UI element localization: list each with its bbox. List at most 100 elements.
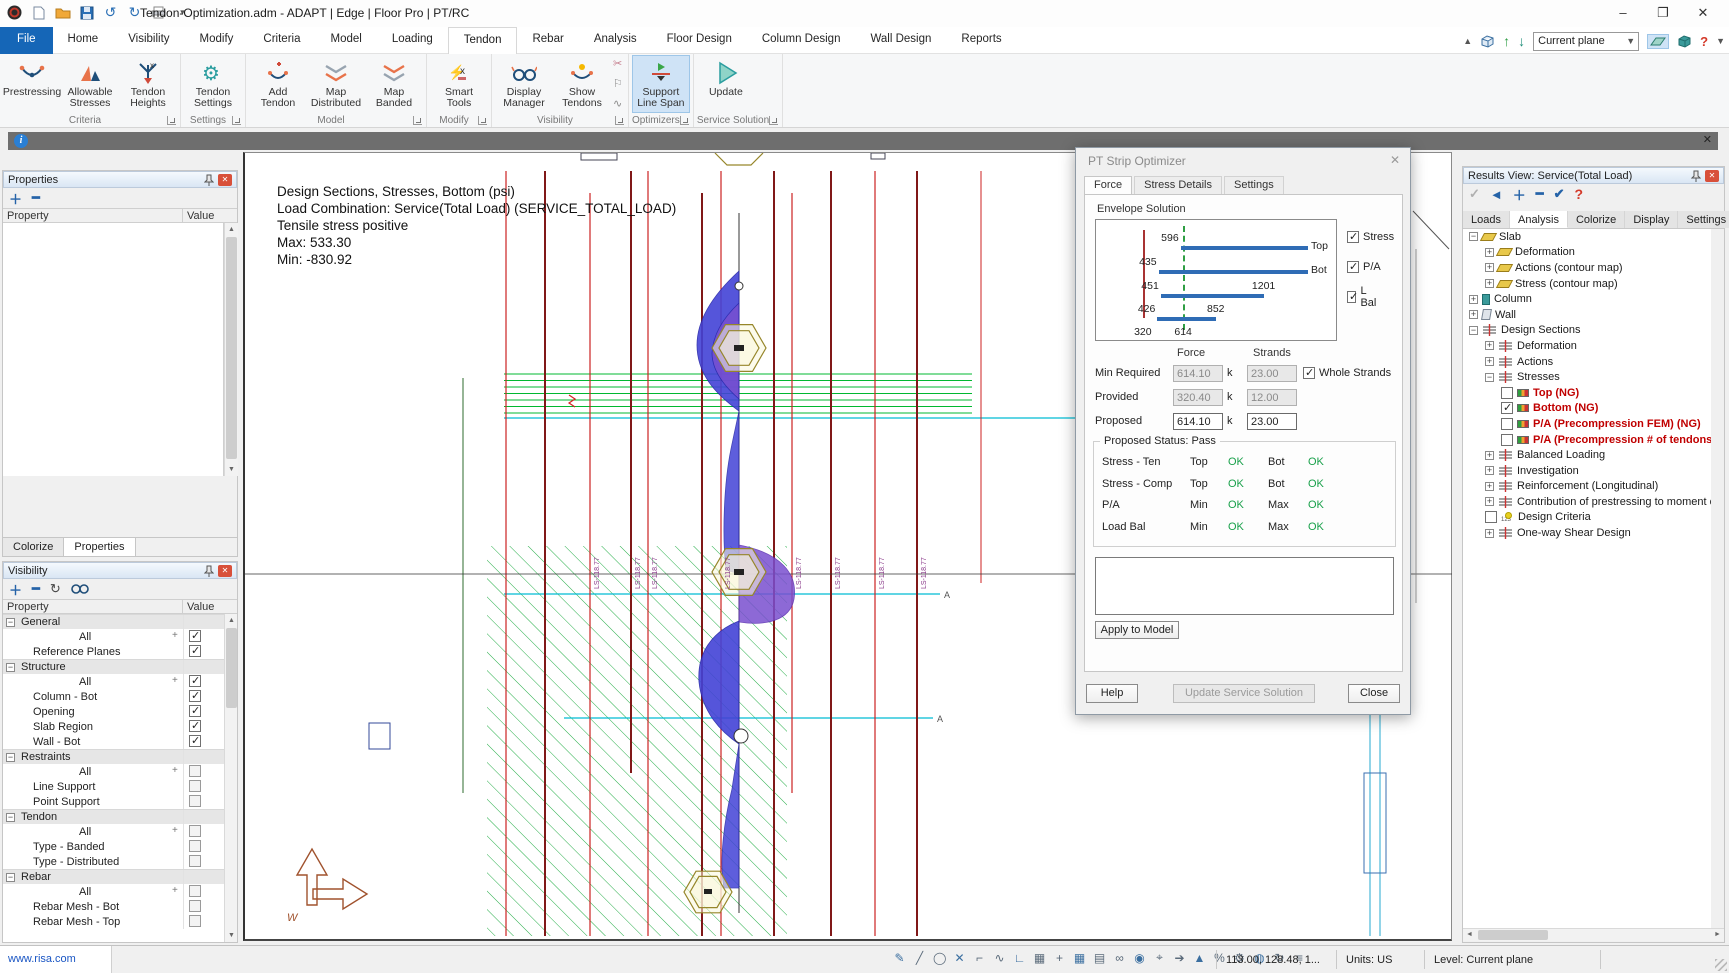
new-document-icon[interactable] [30,4,47,21]
legend-checkbox-stress[interactable]: Stress [1347,231,1394,243]
visibility-group-tendon[interactable]: −Tendon [3,809,224,824]
visibility-checkbox[interactable] [189,705,201,717]
help-icon[interactable]: ? [1575,186,1584,202]
results-tree-item-one-way-shear-design[interactable]: + One-way Shear Design [1463,525,1711,541]
visibility-checkbox[interactable] [189,900,201,912]
statusbar-tool-icon[interactable]: % [1213,951,1226,965]
results-tree-item-design-sections[interactable]: − Design Sections [1463,323,1711,339]
visibility-checkbox[interactable] [189,735,201,747]
visibility-checkbox[interactable] [189,885,201,897]
expand-plus-icon[interactable]: + [172,630,178,641]
expand-icon[interactable]: + [1469,310,1478,319]
save-icon[interactable] [78,4,95,21]
scroll-right-icon[interactable]: ► [1711,929,1724,941]
expand-icon[interactable]: + [1485,466,1494,475]
menu-tab-visibility[interactable]: Visibility [113,27,184,54]
visibility-item-opening[interactable]: Opening [3,704,224,719]
statusbar-tool-icon[interactable]: ◉ [1133,951,1146,965]
results-tree-item-deformation[interactable]: + Deformation [1463,245,1711,261]
remove-filter-button[interactable]: ━ [32,581,40,597]
visibility-checkbox[interactable] [189,915,201,927]
menu-tab-model[interactable]: Model [315,27,376,54]
visibility-checkbox[interactable] [189,765,201,777]
minimize-button[interactable]: – [1603,0,1643,25]
result-checkbox[interactable] [1501,434,1513,446]
dialog-tab-stress-details[interactable]: Stress Details [1134,176,1222,194]
app-logo-icon[interactable] [6,4,23,21]
results-tree-item-reinforcement-longitudinal[interactable]: + Reinforcement (Longitudinal) [1463,479,1711,495]
visibility-group-structure[interactable]: −Structure [3,659,224,674]
min-required-force-field[interactable] [1173,365,1223,382]
statusbar-tool-icon[interactable]: + [1053,951,1066,965]
results-tab-display[interactable]: Display [1625,211,1678,228]
close-icon[interactable]: ✕ [218,174,232,186]
proposed-strands-field[interactable] [1247,413,1297,430]
back-icon[interactable]: ◄ [1490,187,1503,202]
visibility-item-all[interactable]: All+ [3,629,224,644]
collapse-icon[interactable]: − [6,753,15,762]
dialog-launcher-icon[interactable] [680,116,689,125]
visibility-checkbox[interactable] [189,645,201,657]
add-filter-button[interactable]: ＋ [9,580,22,599]
results-tree-item-balanced-loading[interactable]: + Balanced Loading [1463,447,1711,463]
provided-strands-field[interactable] [1247,389,1297,406]
solid-view-icon[interactable] [1677,34,1692,48]
visibility-scrollbar[interactable]: ▲ ▼ [224,614,238,942]
visibility-checkbox[interactable] [189,825,201,837]
scroll-left-icon[interactable]: ◄ [1463,929,1476,941]
results-tree-item-p-a-precompression-fem-ng[interactable]: P/A (Precompression FEM) (NG) [1463,416,1711,432]
ribbon-button-add-tendon[interactable]: Add Tendon [249,55,307,113]
collapse-icon[interactable]: − [1469,326,1478,335]
ribbon-button-map-distributed[interactable]: Map Distributed [307,55,365,113]
close-dialog-button[interactable]: Close [1348,684,1400,703]
expand-icon[interactable]: + [1485,529,1494,538]
expand-plus-icon[interactable]: + [172,825,178,836]
level-down-icon[interactable]: ↓ [1518,33,1525,49]
visibility-checkbox[interactable] [189,780,201,792]
dialog-launcher-icon[interactable] [769,116,778,125]
menu-tab-modify[interactable]: Modify [185,27,249,54]
ribbon-button-allowable-stresses[interactable]: Allowable Stresses [61,55,119,113]
results-tree-item-stress-contour-map[interactable]: + Stress (contour map) [1463,276,1711,292]
expand-icon[interactable]: + [1485,341,1494,350]
statusbar-tool-icon[interactable]: ╱ [913,951,926,965]
statusbar-tool-icon[interactable]: ▲ [1193,951,1206,965]
legend-checkbox-l-bal[interactable]: L Bal [1347,285,1379,309]
properties-scrollbar[interactable]: ▲ ▼ [224,223,238,476]
visibility-checkbox[interactable] [189,855,201,867]
expand-plus-icon[interactable]: + [172,675,178,686]
menu-tab-analysis[interactable]: Analysis [579,27,652,54]
results-tree-item-stresses[interactable]: − Stresses [1463,369,1711,385]
visibility-item-column-bot[interactable]: Column - Bot [3,689,224,704]
result-checkbox[interactable] [1501,387,1513,399]
reset-icon[interactable]: ↻ [50,581,61,597]
undo-icon[interactable]: ↺ [102,4,119,21]
visibility-group-general[interactable]: −General [3,614,224,629]
statusbar-tool-icon[interactable]: ▦ [1073,951,1086,965]
provided-force-field[interactable] [1173,389,1223,406]
ribbon-button-tendon-settings[interactable]: ⚙ Tendon Settings [184,55,242,113]
remove-icon[interactable]: ━ [1536,186,1544,202]
maximize-button[interactable]: ❐ [1643,0,1683,25]
collapse-icon[interactable]: − [6,813,15,822]
visibility-item-all[interactable]: All+ [3,824,224,839]
results-tab-settings[interactable]: Settings [1678,211,1729,228]
statusbar-tool-icon[interactable]: ✎ [893,951,906,965]
results-tree-item-wall[interactable]: + Wall [1463,307,1711,323]
apply-check-icon[interactable]: ✔ [1554,186,1565,202]
result-checkbox[interactable] [1485,511,1497,523]
visibility-item-rebar-mesh-top[interactable]: Rebar Mesh - Top [3,914,224,929]
visibility-item-all[interactable]: All+ [3,674,224,689]
scroll-down-icon[interactable]: ▼ [225,929,238,942]
expand-icon[interactable]: + [1469,295,1478,304]
statusbar-tool-icon[interactable]: ⌐ [973,951,986,965]
visibility-item-type-banded[interactable]: Type - Banded [3,839,224,854]
menu-tab-criteria[interactable]: Criteria [248,27,315,54]
results-tree-item-bottom-ng[interactable]: Bottom (NG) [1463,401,1711,417]
visibility-checkbox[interactable] [189,795,201,807]
help-icon[interactable]: ? [1700,34,1708,49]
plane-view-icon[interactable] [1647,34,1669,49]
visibility-item-line-support[interactable]: Line Support [3,779,224,794]
help-button[interactable]: Help [1086,684,1138,703]
scroll-down-icon[interactable]: ▼ [225,463,238,476]
